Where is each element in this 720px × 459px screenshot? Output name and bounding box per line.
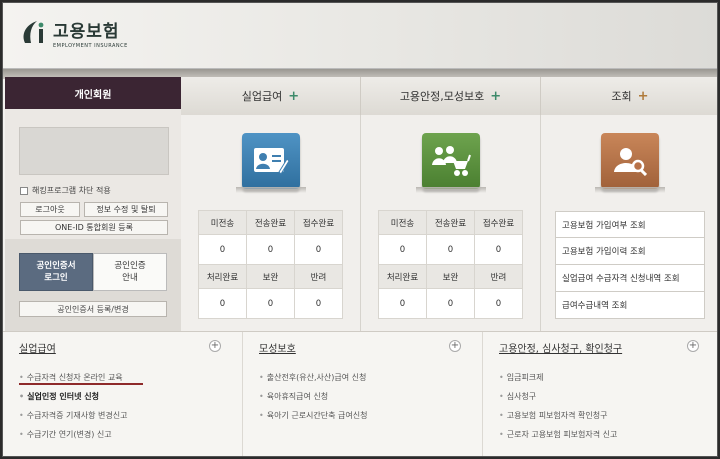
- table-header: 미전송: [378, 210, 427, 235]
- logo-mark-icon: [19, 17, 49, 49]
- security-checkbox[interactable]: 해킹프로그램 차단 적용: [20, 185, 111, 196]
- security-checkbox-label: 해킹프로그램 차단 적용: [32, 186, 111, 195]
- bottom-col-maternity: 모성보호 + 출산전후(유산,사산)급여 신청 육아휴직급여 신청 육아기 근로…: [243, 332, 483, 456]
- unemployment-title: 실업급여: [241, 90, 283, 103]
- tab-inquiry[interactable]: 조회 +: [541, 77, 717, 115]
- list-item[interactable]: 심사청구: [499, 387, 617, 406]
- cert-login-line1: 공인인증서: [36, 261, 76, 271]
- bottom-col-stability: 고용안정, 심사청구, 확인청구 + 임금피크제 심사청구 고용보험 피보험자격…: [483, 332, 717, 456]
- plus-icon[interactable]: +: [490, 89, 501, 104]
- list-item[interactable]: 육아기 근로시간단축 급여신청: [259, 406, 368, 425]
- plus-icon[interactable]: +: [638, 89, 649, 104]
- edit-withdraw-button[interactable]: 정보 수정 및 탈퇴: [84, 202, 168, 217]
- table-header: 반려: [474, 264, 523, 289]
- table-cell[interactable]: 0: [198, 234, 247, 265]
- inquiry-title: 조회: [611, 90, 632, 103]
- table-header: 반려: [294, 264, 343, 289]
- tab-personal-member[interactable]: 개인회원: [5, 77, 181, 115]
- plus-icon[interactable]: +: [288, 89, 299, 104]
- table-cell[interactable]: 0: [426, 288, 475, 319]
- login-panel: 해킹프로그램 차단 적용 로그아웃 정보 수정 및 탈퇴 ONE-ID 통합회원…: [5, 109, 181, 331]
- section-title-stability[interactable]: 고용안정, 심사청구, 확인청구: [499, 340, 622, 355]
- table-cell[interactable]: 0: [198, 288, 247, 319]
- id-card-icon[interactable]: [242, 133, 300, 189]
- list-item[interactable]: 고용보험 가입이력 조회: [555, 238, 705, 265]
- icon-shadow: [595, 187, 665, 193]
- table-cell[interactable]: 0: [378, 288, 427, 319]
- inquiry-list: 고용보험 가입여부 조회 고용보험 가입이력 조회 실업급여 수급자격 신청내역…: [555, 211, 705, 319]
- certificate-guide-button[interactable]: 공인인증안내: [93, 253, 167, 291]
- unemployment-panel: 미전송 전송완료 접수완료 0 0 0 처리완료 보완 반려 0 0 0: [181, 115, 361, 331]
- list-item[interactable]: 출산전후(유산,사산)급여 신청: [259, 368, 367, 387]
- table-cell[interactable]: 0: [294, 234, 343, 265]
- certificate-area: 공인인증서로그인 공인인증안내 공인인증서 등록/변경: [5, 239, 181, 331]
- list-item[interactable]: 급여수급내역 조회: [555, 292, 705, 319]
- table-cell[interactable]: 0: [474, 234, 523, 265]
- table-header: 보완: [426, 264, 475, 289]
- table-header: 미전송: [198, 210, 247, 235]
- table-header: 전송완료: [246, 210, 295, 235]
- table-cell[interactable]: 0: [378, 234, 427, 265]
- table-header: 전송완료: [426, 210, 475, 235]
- expand-plus-icon[interactable]: +: [209, 340, 221, 352]
- certificate-register-button[interactable]: 공인인증서 등록/변경: [19, 301, 167, 317]
- page-frame: 고용보험 EMPLOYMENT INSURANCE 실업급여 + 고용안정,모성…: [2, 2, 718, 457]
- logo-subtitle: EMPLOYMENT INSURANCE: [53, 43, 128, 49]
- section-title-maternity[interactable]: 모성보호: [259, 340, 296, 355]
- certificate-login-button[interactable]: 공인인증서로그인: [19, 253, 93, 291]
- table-header: 접수완료: [474, 210, 523, 235]
- cert-login-line2: 로그인: [44, 273, 68, 283]
- oneid-register-button[interactable]: ONE-ID 통합회원 등록: [20, 220, 168, 235]
- table-header: 처리완료: [378, 264, 427, 289]
- employment-stability-title: 고용안정,모성보호: [399, 90, 485, 103]
- table-header: 접수완료: [294, 210, 343, 235]
- header: 고용보험 EMPLOYMENT INSURANCE: [3, 3, 717, 69]
- logout-button[interactable]: 로그아웃: [20, 202, 80, 217]
- table-cell[interactable]: 0: [474, 288, 523, 319]
- list-item[interactable]: 고용보험 피보험자격 확인청구: [499, 406, 617, 425]
- logo[interactable]: 고용보험 EMPLOYMENT INSURANCE: [19, 17, 128, 49]
- list-item[interactable]: 실업인정 인터넷 신청: [19, 387, 127, 406]
- list-item[interactable]: 임금피크제: [499, 368, 617, 387]
- bottom-col-unemployment: 실업급여 + 수급자격 신청자 온라인 교육 실업인정 인터넷 신청 수급자격증…: [3, 332, 243, 456]
- login-info-box: [19, 127, 169, 175]
- table-cell[interactable]: 0: [426, 234, 475, 265]
- tab-unemployment-benefit[interactable]: 실업급여 +: [181, 77, 361, 115]
- expand-plus-icon[interactable]: +: [449, 340, 461, 352]
- icon-shadow: [416, 187, 486, 193]
- expand-plus-icon[interactable]: +: [687, 340, 699, 352]
- bottom-menu: 실업급여 + 수급자격 신청자 온라인 교육 실업인정 인터넷 신청 수급자격증…: [3, 331, 717, 456]
- logo-title: 고용보험: [53, 22, 120, 42]
- employment-status-table: 미전송 전송완료 접수완료 0 0 0 처리완료 보완 반려 0 0 0: [378, 210, 523, 319]
- list-item[interactable]: 육아휴직급여 신청: [259, 387, 367, 406]
- table-cell[interactable]: 0: [246, 288, 295, 319]
- list-item[interactable]: 실업급여 수급자격 신청내역 조회: [555, 265, 705, 292]
- checkbox[interactable]: [20, 186, 28, 195]
- cert-guide-line1: 공인인증: [114, 261, 146, 271]
- tab-employment-stability[interactable]: 고용안정,모성보호 +: [361, 77, 541, 115]
- list-item[interactable]: 수급기간 연기(변경) 신고: [19, 425, 127, 444]
- employment-stability-panel: 미전송 전송완료 접수완료 0 0 0 처리완료 보완 반려 0 0 0: [361, 115, 541, 331]
- table-header: 보완: [246, 264, 295, 289]
- list-item[interactable]: 수급자격증 기재사항 변경신고: [19, 406, 128, 425]
- section-title-unemployment[interactable]: 실업급여: [19, 340, 56, 355]
- user-search-icon[interactable]: [601, 133, 659, 189]
- table-header: 처리완료: [198, 264, 247, 289]
- table-cell[interactable]: 0: [246, 234, 295, 265]
- cert-guide-line2: 안내: [122, 273, 138, 283]
- icon-shadow: [236, 187, 306, 193]
- highlight-underline: [19, 383, 143, 385]
- unemployment-status-table: 미전송 전송완료 접수완료 0 0 0 처리완료 보완 반려 0 0 0: [198, 210, 343, 319]
- table-cell[interactable]: 0: [294, 288, 343, 319]
- family-stroller-icon[interactable]: [422, 133, 480, 189]
- list-item[interactable]: 고용보험 가입여부 조회: [555, 211, 705, 238]
- list-item[interactable]: 근로자 고용보험 피보험자격 신고: [499, 425, 618, 444]
